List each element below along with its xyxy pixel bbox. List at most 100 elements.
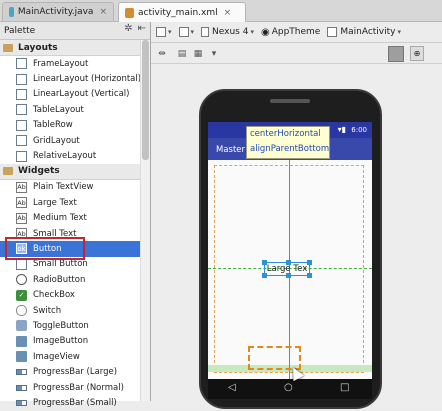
recents-icon: □	[340, 382, 350, 393]
scrollbar-thumb[interactable]	[142, 40, 149, 160]
java-file-icon	[9, 7, 14, 17]
checkbox-icon: ✓	[16, 289, 27, 301]
small-button-icon	[16, 258, 27, 270]
orientation-button[interactable]: ▾	[177, 24, 197, 40]
align-icon: ▤	[177, 48, 187, 59]
close-icon[interactable]: ×	[99, 7, 107, 17]
linearlayout-horizontal-icon	[16, 73, 27, 85]
gear-icon[interactable]: ✲	[124, 23, 132, 34]
layout-toolbar: ▾ ▾ Nexus 4 ▾ ◉ AppTheme MainActivity ▾	[151, 22, 442, 43]
palette-item-imageview[interactable]: ImageView	[0, 349, 150, 364]
zoom-icon: ⊕	[413, 49, 421, 58]
large-text-icon: Ab	[16, 197, 27, 209]
framelayout-icon	[16, 58, 27, 70]
relativelayout-icon	[16, 150, 27, 162]
resize-handle[interactable]	[307, 260, 312, 265]
item-label: ProgressBar (Small)	[33, 397, 117, 408]
palette-item-progressbar-large[interactable]: ProgressBar (Large)	[0, 364, 150, 379]
radio-icon	[16, 274, 27, 286]
textview-icon: Ab	[16, 181, 27, 193]
activity-icon	[327, 27, 338, 37]
resize-handle[interactable]	[262, 260, 267, 265]
more-options-button[interactable]: ▾	[205, 45, 223, 62]
palette-header: Palette ✲ ⇤	[0, 22, 150, 40]
palette-item-tablelayout[interactable]: TableLayout	[0, 102, 150, 117]
chevron-down-icon: ▾	[397, 28, 402, 36]
chevron-down-icon: ▾	[250, 28, 254, 36]
resize-handle[interactable]	[286, 260, 291, 265]
editor-tab-bar: MainActivity.java × activity_main.xml ×	[0, 0, 442, 22]
palette-item-gridlayout[interactable]: GridLayout	[0, 133, 150, 148]
resize-handle[interactable]	[262, 273, 267, 278]
image-view-icon	[16, 351, 27, 363]
folder-icon	[3, 167, 13, 176]
palette-item-framelayout[interactable]: FrameLayout	[0, 56, 150, 71]
palette-category-layouts[interactable]: Layouts	[0, 40, 150, 56]
palette-item-tablerow[interactable]: TableRow	[0, 118, 150, 133]
gridlayout-icon	[16, 135, 27, 147]
palette-category-widgets[interactable]: Widgets	[0, 163, 150, 180]
item-label: Large Text	[33, 197, 77, 208]
item-label: Small Button	[33, 259, 88, 270]
tooltip-line: alignParentBottom	[250, 144, 330, 154]
tablerow-icon	[16, 119, 27, 131]
palette-item-imagebutton[interactable]: ImageButton	[0, 334, 150, 349]
palette-item-relativelayout[interactable]: RelativeLayout	[0, 148, 150, 163]
palette-item-medium-text[interactable]: Ab Medium Text	[0, 211, 150, 226]
palette-item-progressbar-normal[interactable]: ProgressBar (Normal)	[0, 380, 150, 395]
item-label: Plain TextView	[33, 182, 94, 193]
fit-icon: ⇹	[158, 48, 166, 59]
preview-options-button[interactable]	[388, 46, 404, 62]
palette-item-switch[interactable]: Switch	[0, 303, 150, 318]
layout-icon	[156, 27, 166, 37]
item-label: Medium Text	[33, 213, 87, 224]
palette-item-large-text[interactable]: Ab Large Text	[0, 195, 150, 210]
folder-icon	[3, 43, 13, 52]
activity-label: MainActivity	[340, 27, 396, 37]
item-label: ImageButton	[33, 336, 89, 347]
close-icon[interactable]: ×	[224, 8, 232, 18]
tab-label: activity_main.xml	[138, 7, 218, 18]
device-icon	[201, 27, 210, 37]
palette-item-plain-textview[interactable]: Ab Plain TextView	[0, 180, 150, 195]
palette-scrollbar[interactable]	[140, 40, 150, 401]
item-label: GridLayout	[33, 135, 80, 146]
tab-mainactivity-java[interactable]: MainActivity.java ×	[2, 2, 114, 21]
item-label: ProgressBar (Normal)	[33, 382, 124, 393]
theme-dropdown[interactable]: ◉ AppTheme	[259, 24, 322, 40]
resize-handle[interactable]	[286, 273, 291, 278]
fit-screen-button[interactable]: ⇹	[153, 45, 171, 62]
tablelayout-icon	[16, 104, 27, 116]
button-item-highlight	[5, 237, 85, 260]
hide-panel-icon[interactable]: ⇤	[138, 23, 146, 34]
palette-item-progressbar-small[interactable]: ProgressBar (Small)	[0, 395, 150, 410]
speaker-grill	[270, 99, 310, 103]
tab-activity-main-xml[interactable]: activity_main.xml ×	[118, 2, 246, 22]
resize-handle[interactable]	[307, 273, 312, 278]
item-label: Switch	[33, 305, 62, 316]
progressbar-icon	[16, 384, 27, 391]
medium-text-icon: Ab	[16, 212, 27, 224]
navigation-bar: ◁ ○ □	[208, 379, 372, 399]
item-label: ProgressBar (Large)	[33, 367, 118, 378]
zoom-button[interactable]: ⊕	[410, 46, 424, 61]
signal-icon: ▾▮	[337, 125, 346, 134]
activity-dropdown[interactable]: MainActivity ▾	[325, 24, 403, 40]
palette-item-checkbox[interactable]: ✓ CheckBox	[0, 287, 150, 302]
palette-item-radiobutton[interactable]: RadioButton	[0, 272, 150, 287]
item-label: TableRow	[33, 120, 73, 131]
palette-item-togglebutton[interactable]: ToggleButton	[0, 318, 150, 333]
item-label: ToggleButton	[33, 320, 89, 331]
palette-item-linearlayout-vertical[interactable]: LinearLayout (Vertical)	[0, 87, 150, 102]
device-dropdown[interactable]: Nexus 4 ▾	[199, 24, 256, 40]
item-label: CheckBox	[33, 290, 75, 301]
progressbar-icon	[16, 369, 27, 376]
palette-toggle-button[interactable]: ▾	[154, 24, 174, 40]
item-label: LinearLayout (Vertical)	[33, 89, 130, 100]
item-label: LinearLayout (Horizontal)	[33, 74, 142, 85]
device-label: Nexus 4	[212, 27, 249, 37]
item-label: TableLayout	[33, 104, 84, 115]
item-label: FrameLayout	[33, 58, 89, 69]
palette-item-linearlayout-horizontal[interactable]: LinearLayout (Horizontal)	[0, 71, 150, 86]
linearlayout-vertical-icon	[16, 88, 27, 100]
